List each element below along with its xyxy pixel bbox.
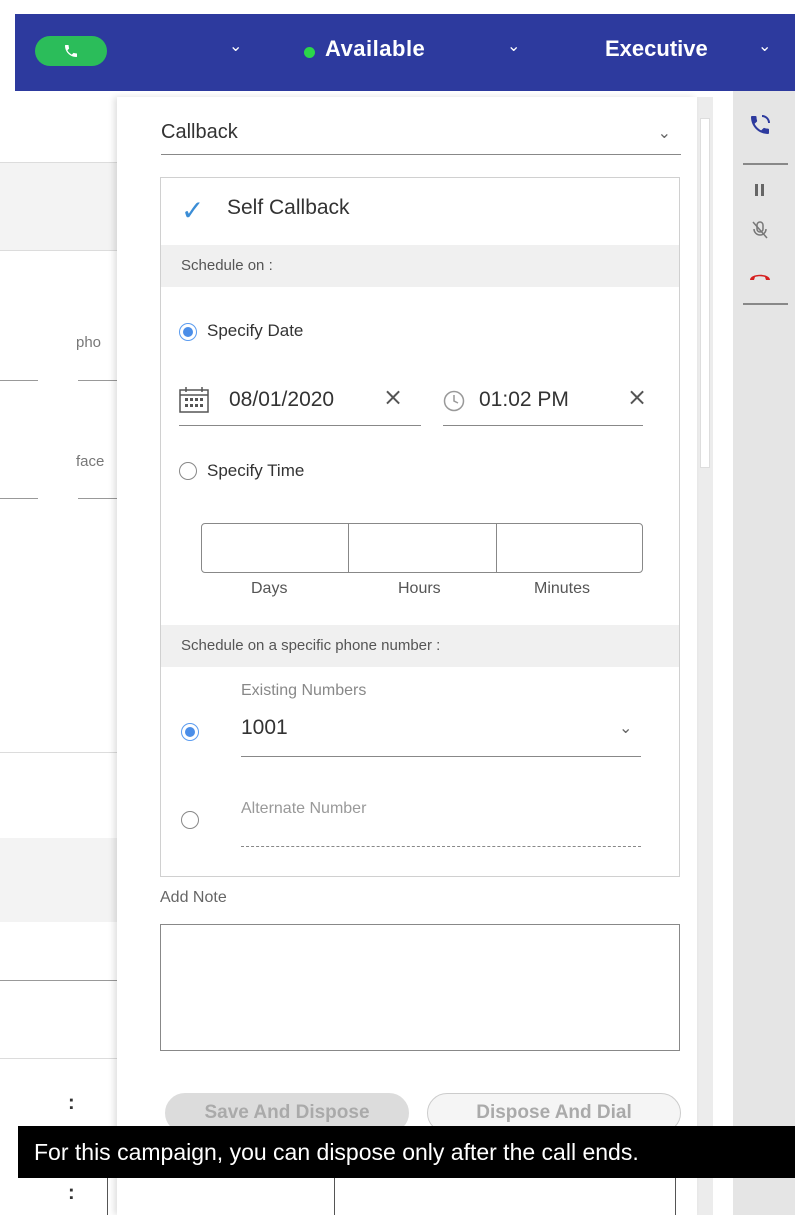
bg-field-label-face: face (76, 453, 105, 470)
duration-divider (496, 524, 497, 572)
role-chevron-down-icon[interactable]: ⌄ (758, 36, 771, 55)
disposition-select[interactable]: Callback ⌄ (161, 115, 681, 155)
hangup-icon[interactable] (747, 269, 773, 287)
specify-time-radio[interactable] (179, 462, 197, 480)
minutes-label: Minutes (534, 580, 591, 597)
status-dot-icon (304, 47, 315, 58)
disposition-panel: Callback ⌄ ✓ Self Callback Schedule on :… (117, 97, 697, 1215)
callback-options-box: ✓ Self Callback Schedule on : Specify Da… (160, 177, 680, 877)
bg-field-underline (0, 380, 38, 381)
status-dropdown[interactable]: Available (325, 36, 425, 62)
alternate-number-input[interactable]: Alternate Number (241, 800, 366, 818)
days-label: Days (251, 580, 288, 597)
status-chevron-down-icon[interactable]: ⌄ (507, 36, 520, 55)
clear-time-icon[interactable]: × (627, 383, 647, 411)
duration-divider (348, 524, 349, 572)
bg-divider (0, 980, 117, 981)
page: pho face ⌄ Available ⌄ Executive ⌄ Callb… (0, 0, 795, 1215)
specify-date-label: Specify Date (207, 321, 304, 340)
calendar-icon[interactable] (179, 387, 209, 413)
callback-phone-icon[interactable] (745, 113, 775, 142)
role-dropdown[interactable]: Executive (605, 36, 708, 62)
self-callback-label: Self Callback (227, 196, 350, 219)
date-input[interactable]: 08/01/2020 (229, 388, 334, 412)
bg-divider (0, 752, 117, 753)
bg-section-band (0, 163, 117, 250)
bg-field-label-phone: pho (76, 334, 102, 351)
mute-mic-icon[interactable] (749, 221, 771, 244)
duration-input-group (201, 523, 643, 573)
bg-field-underline (0, 498, 38, 499)
call-controls-strip (733, 91, 795, 1215)
alternate-number-underline (241, 846, 641, 847)
schedule-phone-label: Schedule on a specific phone number : (181, 637, 441, 654)
top-bar: ⌄ Available ⌄ Executive ⌄ (15, 14, 795, 91)
existing-number-radio[interactable] (181, 723, 199, 741)
call-button[interactable] (35, 36, 107, 66)
phone-icon (65, 45, 77, 57)
bg-field-underline (78, 380, 117, 381)
existing-number-select[interactable]: 1001 (241, 716, 288, 740)
existing-numbers-label: Existing Numbers (241, 682, 367, 699)
check-icon: ✓ (181, 194, 205, 227)
chevron-down-icon: ⌄ (657, 123, 671, 142)
bg-divider (0, 250, 117, 251)
dispose-tooltip: For this campaign, you can dispose only … (18, 1126, 795, 1178)
strip-divider (743, 303, 788, 305)
strip-divider (743, 163, 788, 165)
time-input[interactable]: 01:02 PM (479, 388, 569, 412)
schedule-on-header: Schedule on : (161, 245, 679, 287)
bg-field-underline (78, 498, 117, 499)
panel-scrollbar-thumb[interactable] (700, 118, 710, 468)
pause-icon[interactable] (749, 183, 771, 202)
bg-divider (0, 1058, 117, 1059)
alternate-number-radio[interactable] (181, 811, 199, 829)
bottom-table-border (334, 1178, 335, 1215)
schedule-on-label: Schedule on : (181, 257, 273, 274)
hours-label: Hours (398, 580, 441, 597)
bottom-field-colon: : (68, 1092, 75, 1114)
existing-number-underline (241, 756, 641, 757)
disposition-select-value: Callback (161, 121, 238, 143)
clear-date-icon[interactable]: × (383, 383, 403, 411)
chevron-down-icon: ⌄ (619, 718, 633, 737)
call-options-chevron-icon[interactable]: ⌄ (229, 36, 242, 55)
time-field-underline (443, 425, 643, 426)
bottom-field-colon: : (68, 1182, 75, 1204)
specify-date-radio[interactable] (179, 323, 197, 341)
add-note-label: Add Note (160, 889, 227, 906)
add-note-textarea[interactable] (160, 924, 680, 1051)
specify-time-label: Specify Time (207, 461, 305, 480)
bottom-table-border (675, 1178, 676, 1215)
bg-section-band (0, 838, 117, 922)
date-field-underline (179, 425, 421, 426)
bottom-table-border (107, 1178, 108, 1215)
clock-icon[interactable] (443, 390, 465, 412)
schedule-phone-header: Schedule on a specific phone number : (161, 625, 679, 667)
